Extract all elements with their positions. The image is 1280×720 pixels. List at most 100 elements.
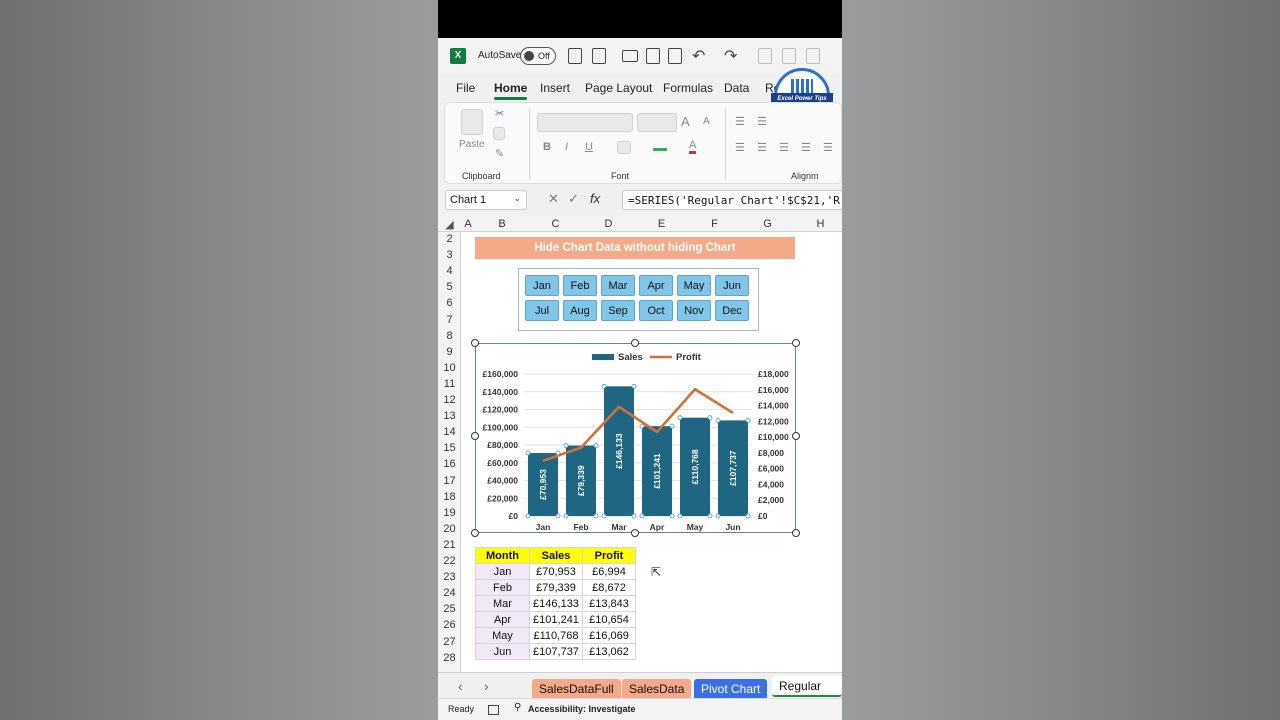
- column-header[interactable]: A: [461, 218, 475, 230]
- column-header[interactable]: H: [794, 218, 842, 230]
- row-header[interactable]: 23: [438, 571, 461, 583]
- row-header[interactable]: 2: [438, 233, 461, 245]
- format-painter-icon[interactable]: [758, 48, 772, 64]
- edit-icon[interactable]: [668, 48, 682, 64]
- resize-handle[interactable]: [471, 432, 479, 440]
- row-header[interactable]: 10: [438, 362, 461, 374]
- enter-icon[interactable]: ✓: [568, 191, 579, 207]
- table-cell[interactable]: Jun: [475, 643, 530, 660]
- resize-handle[interactable]: [471, 339, 479, 347]
- resize-handle[interactable]: [792, 529, 800, 537]
- table-icon[interactable]: [782, 48, 796, 64]
- indent-increase-icon[interactable]: ☰: [823, 141, 833, 154]
- row-header[interactable]: 21: [438, 539, 461, 551]
- column-header[interactable]: F: [688, 218, 741, 230]
- tab-data[interactable]: Data: [724, 81, 749, 95]
- row-header[interactable]: 11: [438, 378, 461, 390]
- italic-button[interactable]: I: [565, 141, 568, 153]
- table-cell[interactable]: £101,241: [529, 611, 583, 628]
- undo-icon[interactable]: ↶: [692, 46, 705, 66]
- row-header[interactable]: 5: [438, 281, 461, 293]
- table-cell[interactable]: May: [475, 627, 530, 644]
- increase-font-icon[interactable]: A: [681, 114, 690, 129]
- row-header[interactable]: 9: [438, 346, 461, 358]
- worksheet[interactable]: Hide Chart Data without hiding Chart Jan…: [461, 232, 842, 676]
- row-header[interactable]: 27: [438, 636, 461, 648]
- row-header[interactable]: 6: [438, 297, 461, 309]
- tab-home[interactable]: Home: [494, 81, 528, 100]
- table-cell[interactable]: £13,843: [582, 595, 636, 612]
- column-header[interactable]: G: [741, 218, 794, 230]
- font-size-select[interactable]: [637, 113, 677, 132]
- slicer-item-may[interactable]: May: [677, 275, 711, 296]
- row-header[interactable]: 22: [438, 555, 461, 567]
- resize-handle[interactable]: [631, 339, 639, 347]
- align-right-icon[interactable]: ☰: [779, 141, 789, 154]
- slicer-item-mar[interactable]: Mar: [601, 275, 635, 296]
- new-file-icon[interactable]: [568, 48, 582, 64]
- table-cell[interactable]: £107,737: [529, 643, 583, 660]
- slicer-item-nov[interactable]: Nov: [677, 300, 711, 321]
- cell-mode-icon[interactable]: [488, 705, 499, 715]
- table-cell[interactable]: £8,672: [582, 579, 636, 596]
- next-sheet-icon[interactable]: ›: [484, 678, 489, 694]
- table-cell[interactable]: Feb: [475, 579, 530, 596]
- column-header[interactable]: C: [529, 218, 582, 230]
- sheet-tab-salesdatafull[interactable]: SalesDataFull: [532, 679, 621, 700]
- row-header[interactable]: 17: [438, 475, 461, 487]
- save-as-icon[interactable]: [592, 48, 606, 64]
- row-header[interactable]: 19: [438, 507, 461, 519]
- bold-button[interactable]: B: [543, 141, 551, 153]
- header-profit[interactable]: Profit: [582, 547, 636, 564]
- align-middle-icon[interactable]: ☰: [757, 115, 767, 128]
- save-icon[interactable]: [646, 48, 660, 64]
- table-cell[interactable]: £10,654: [582, 611, 636, 628]
- row-header[interactable]: 8: [438, 330, 461, 342]
- select-all-corner[interactable]: ◢: [438, 218, 461, 231]
- table-cell[interactable]: £110,768: [529, 627, 583, 644]
- resize-handle[interactable]: [792, 432, 800, 440]
- table-cell[interactable]: £13,062: [582, 643, 636, 660]
- slicer-item-jan[interactable]: Jan: [525, 275, 559, 296]
- open-folder-icon[interactable]: [622, 50, 638, 62]
- table-cell[interactable]: £16,069: [582, 627, 636, 644]
- row-header[interactable]: 12: [438, 394, 461, 406]
- column-header[interactable]: B: [475, 218, 529, 230]
- table-cell[interactable]: £6,994: [582, 563, 636, 580]
- borders-icon[interactable]: [617, 141, 631, 154]
- chevron-down-icon[interactable]: ⌄: [513, 193, 521, 204]
- row-header[interactable]: 7: [438, 314, 461, 326]
- row-header[interactable]: 14: [438, 426, 461, 438]
- header-sales[interactable]: Sales: [529, 547, 583, 564]
- sheet-tab-salesdata[interactable]: SalesData: [622, 679, 692, 700]
- autosave-toggle[interactable]: Off: [520, 47, 556, 65]
- row-header[interactable]: 4: [438, 265, 461, 277]
- align-top-icon[interactable]: ☰: [735, 115, 745, 128]
- table-cell[interactable]: £70,953: [529, 563, 583, 580]
- indent-decrease-icon[interactable]: ☰: [801, 141, 811, 154]
- tab-formulas[interactable]: Formulas: [663, 81, 713, 95]
- paste-icon[interactable]: [461, 109, 483, 135]
- row-header[interactable]: 15: [438, 442, 461, 454]
- column-header[interactable]: E: [635, 218, 688, 230]
- row-header[interactable]: 24: [438, 587, 461, 599]
- tab-page-layout[interactable]: Page Layout: [585, 81, 652, 95]
- resize-handle[interactable]: [471, 529, 479, 537]
- slicer-item-feb[interactable]: Feb: [563, 275, 597, 296]
- sheet-tab-pivot-chart[interactable]: Pivot Chart: [694, 679, 768, 700]
- slicer-item-dec[interactable]: Dec: [715, 300, 749, 321]
- tab-file[interactable]: File: [456, 81, 475, 95]
- cancel-icon[interactable]: ✕: [548, 191, 559, 207]
- function-icon[interactable]: fx: [590, 191, 600, 206]
- accessibility-icon[interactable]: ⚲: [514, 702, 521, 713]
- slicer-item-jul[interactable]: Jul: [525, 300, 559, 321]
- paste-label[interactable]: Paste: [459, 139, 485, 150]
- slicer-item-jun[interactable]: Jun: [715, 275, 749, 296]
- row-header[interactable]: 3: [438, 249, 461, 261]
- prev-sheet-icon[interactable]: ‹: [458, 678, 463, 694]
- format-painter-brush-icon[interactable]: ✎: [495, 147, 504, 160]
- row-header[interactable]: 26: [438, 619, 461, 631]
- font-color-button[interactable]: A: [689, 139, 697, 154]
- row-header[interactable]: 13: [438, 410, 461, 422]
- table-cell[interactable]: Apr: [475, 611, 530, 628]
